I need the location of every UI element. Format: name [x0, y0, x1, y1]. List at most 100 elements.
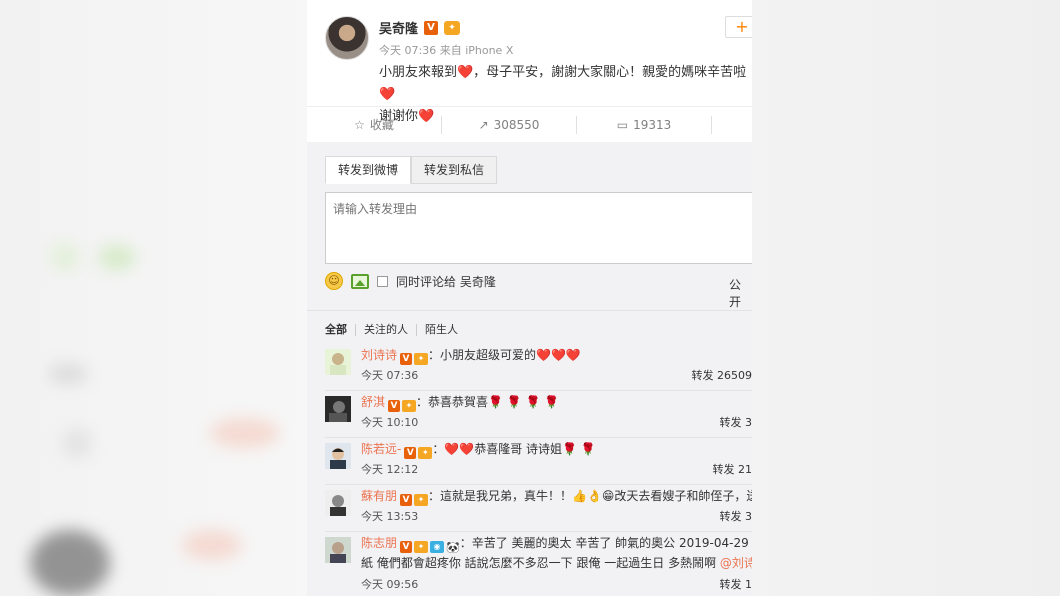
blurred-blob: [182, 530, 242, 560]
post-text-line: 小朋友來報到❤️，母子平安，謝謝大家關心！親愛的媽咪辛苦啦❤️: [379, 65, 747, 102]
also-comment-label: 同时评论给 吴奇隆: [396, 274, 496, 289]
repost-list: 刘诗诗 V ✦ ：小朋友超级可爱的❤️❤️❤️ 今天 07:36 转发 26509 舒…: [307, 344, 752, 596]
divider: [711, 115, 712, 134]
repost-tabs: 转发到微博 转发到私信: [325, 156, 498, 184]
repost-count: 308550: [493, 117, 540, 132]
mention-link[interactable]: @刘诗诗 @吴: [720, 556, 752, 570]
comment-repost-link[interactable]: 转发 1: [720, 576, 753, 592]
avatar[interactable]: [325, 537, 351, 563]
repost-filter-tabs: 全部 关注的人 陌生人: [325, 324, 466, 336]
comment-icon: ▭: [616, 117, 629, 132]
vip-icon: ✦: [444, 20, 461, 35]
badges: V ✦: [404, 447, 433, 459]
commenter-name[interactable]: 刘诗诗: [361, 348, 397, 362]
repost-button[interactable]: ↗ 308550: [442, 118, 576, 132]
verified-icon: V: [388, 400, 401, 412]
comment-time: 今天 12:12: [361, 463, 419, 476]
vip-icon: ✦: [414, 494, 429, 506]
verified-icon: V: [404, 447, 417, 459]
avatar[interactable]: [325, 490, 351, 516]
repost-reason-input[interactable]: [325, 192, 752, 264]
filter-following[interactable]: 关注的人: [356, 324, 417, 336]
comment-count: 19313: [633, 117, 672, 132]
tab-repost-weibo[interactable]: 转发到微博: [325, 156, 412, 184]
blurred-blob: [98, 245, 136, 270]
vip-icon: ✦: [402, 400, 417, 412]
commenter-name[interactable]: 舒淇: [361, 395, 385, 409]
visibility-select[interactable]: 公开: [729, 276, 752, 310]
comment-text: ：這就是我兄弟，真牛！！👍👌😁改天去看嫂子和帥侄子，送什麼: [428, 489, 752, 503]
list-item: 刘诗诗 V ✦ ：小朋友超级可爱的❤️❤️❤️ 今天 07:36 转发 26509: [325, 344, 752, 391]
blurred-blob: [62, 428, 92, 458]
comment-repost-link[interactable]: 转发 3: [720, 508, 753, 524]
comment-repost-link[interactable]: 转发 21: [713, 461, 753, 477]
comment-button[interactable]: ▭ 19313: [577, 118, 711, 132]
avatar[interactable]: [325, 349, 351, 375]
vip-icon: ✦: [414, 541, 429, 553]
emoji-icon[interactable]: ☺: [325, 272, 343, 290]
share-icon: ↗: [478, 117, 489, 132]
post-meta: 今天 07:36 来自 iPhone X: [379, 44, 514, 57]
author-avatar[interactable]: [325, 16, 369, 60]
blurred-blob: [50, 242, 80, 272]
commenter-name[interactable]: 蘇有朋: [361, 489, 397, 503]
commenter-name[interactable]: 陈志朋: [361, 536, 397, 550]
badges: V ✦: [400, 494, 429, 506]
blurred-blob: [48, 364, 88, 384]
comment-repost-link[interactable]: 转发 26509: [692, 367, 753, 383]
author-name[interactable]: 吴奇隆: [379, 18, 418, 37]
comment-text: ：小朋友超级可爱的❤️❤️❤️: [428, 348, 581, 362]
list-item: 蘇有朋 V ✦ ：這就是我兄弟，真牛！！👍👌😁改天去看嫂子和帥侄子，送什麼 今天 13…: [325, 485, 752, 532]
divider: [307, 310, 752, 311]
verified-icon: V: [400, 353, 413, 365]
post-actions: ☆ 收藏 ↗ 308550 ▭ 19313: [307, 106, 752, 142]
picture-icon[interactable]: [351, 273, 369, 289]
comment-text: ：恭喜恭賀喜🌹 🌹 🌹 🌹: [416, 395, 560, 409]
filter-strangers[interactable]: 陌生人: [417, 324, 466, 336]
verified-icon: V: [424, 20, 439, 35]
comment-line: 蘇有朋 V ✦ ：這就是我兄弟，真牛！！👍👌😁改天去看嫂子和帥侄子，送什麼: [361, 487, 752, 506]
verified-icon: V: [400, 494, 413, 506]
badges: V ✦: [388, 400, 417, 412]
vip-icon: ✦: [414, 353, 429, 365]
comment-time: 今天 13:53: [361, 510, 419, 523]
follow-button[interactable]: +: [725, 16, 752, 38]
comment-text-continued: 紙 俺們都會超疼你 話說怎麼不多忍一下 跟俺 一起過生日 多熱鬧啊 @刘诗诗 @…: [361, 554, 752, 571]
comment-text: ：❤️❤️恭喜隆哥 诗诗姐🌹 🌹: [432, 442, 596, 456]
badges: V ✦ ◉ 🐼: [400, 541, 460, 554]
repost-area: 转发到微博 转发到私信 ☺ 同时评论给 吴奇隆 公开 全部 关注的人 陌生人 刘…: [307, 142, 752, 596]
comment-text: ：辛苦了 美麗的奧太 辛苦了 帥氣的奧公 2019-04-29 屬豬 金: [459, 536, 752, 550]
favorite-button[interactable]: ☆ 收藏: [307, 116, 441, 133]
blurred-blob: [210, 418, 280, 448]
list-item: 陈若远- V ✦ ：❤️❤️恭喜隆哥 诗诗姐🌹 🌹 今天 12:12 转发 21: [325, 438, 752, 485]
original-post: 吴奇隆 V ✦ 今天 07:36 来自 iPhone X 小朋友來報到❤️，母子…: [307, 0, 752, 124]
badges: V ✦: [400, 353, 429, 365]
level-icon: ◉: [430, 541, 445, 553]
blurred-blob: [30, 530, 110, 596]
comment-line: 舒淇 V ✦ ：恭喜恭賀喜🌹 🌹 🌹 🌹: [361, 393, 559, 412]
comment-repost-link[interactable]: 转发 3: [720, 414, 753, 430]
comment-time: 今天 07:36: [361, 369, 419, 382]
comment-time: 今天 09:56: [361, 578, 419, 591]
list-item: 陈志朋V✦◉🐼：辛苦了 美麗的奧太 辛苦了 帥氣的奧公 2019-04-29 屬…: [325, 532, 752, 596]
verified-icon: V: [400, 541, 413, 553]
author-line: 吴奇隆 V ✦: [379, 18, 461, 37]
comment-line: 刘诗诗 V ✦ ：小朋友超级可爱的❤️❤️❤️: [361, 346, 581, 365]
weibo-panel: 吴奇隆 V ✦ 今天 07:36 来自 iPhone X 小朋友來報到❤️，母子…: [307, 0, 752, 596]
commenter-name[interactable]: 陈若远-: [361, 442, 401, 456]
star-icon: ☆: [354, 118, 365, 132]
avatar[interactable]: [325, 396, 351, 422]
also-comment-checkbox[interactable]: [377, 275, 388, 287]
list-item: 舒淇 V ✦ ：恭喜恭賀喜🌹 🌹 🌹 🌹 今天 10:10 转发 3: [325, 391, 752, 438]
avatar[interactable]: [325, 443, 351, 469]
filter-all[interactable]: 全部: [325, 324, 356, 336]
tab-repost-private[interactable]: 转发到私信: [411, 156, 498, 184]
comment-time: 今天 10:10: [361, 416, 419, 429]
vip-icon: ✦: [418, 447, 433, 459]
comment-line: 陈若远- V ✦ ：❤️❤️恭喜隆哥 诗诗姐🌹 🌹: [361, 440, 596, 459]
panda-icon: 🐼: [446, 541, 460, 554]
repost-tools: ☺ 同时评论给 吴奇隆: [325, 272, 496, 290]
favorite-label: 收藏: [369, 118, 394, 132]
comment-line: 陈志朋V✦◉🐼：辛苦了 美麗的奧太 辛苦了 帥氣的奧公 2019-04-29 屬…: [361, 534, 752, 554]
comment-text-main: 紙 俺們都會超疼你 話說怎麼不多忍一下 跟俺 一起過生日 多熱鬧啊: [361, 556, 720, 570]
